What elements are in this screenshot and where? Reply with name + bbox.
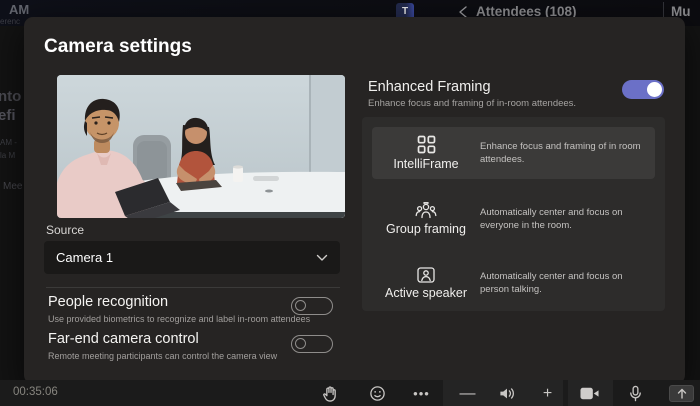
source-dropdown[interactable]: Camera 1: [44, 241, 340, 274]
volume-down-button[interactable]: —: [458, 384, 477, 403]
option-group-framing[interactable]: Group framing Automatically center and f…: [372, 191, 655, 247]
far-end-camera-control-label: Far-end camera control: [48, 331, 199, 347]
option-intelliframe-left: IntelliFrame: [372, 135, 480, 171]
meeting-screen: AM erenc T Attendees (108) Mu nto efi AM…: [0, 0, 700, 406]
camera-preview-image: [57, 75, 345, 218]
camera-settings-dialog: Camera settings Source Camera 1 People r…: [24, 17, 685, 384]
bg-fragment-2: efi: [0, 107, 16, 124]
enhanced-framing-description: Enhance focus and framing of in-room att…: [368, 98, 577, 109]
chevron-down-icon: [316, 254, 328, 261]
more-options-icon[interactable]: •••: [412, 384, 431, 403]
people-recognition-toggle[interactable]: [291, 297, 333, 315]
source-selected-value: Camera 1: [56, 250, 114, 265]
enhanced-framing-label: Enhanced Framing: [368, 79, 491, 95]
bg-fragment-1: nto: [0, 88, 22, 105]
raise-hand-icon[interactable]: [320, 384, 339, 403]
speaker-icon[interactable]: [497, 384, 516, 403]
people-recognition-description: Use provided biometrics to recognize and…: [48, 314, 311, 324]
bottom-bar: 00:35:06 ••• — +: [0, 380, 700, 406]
option-intelliframe[interactable]: IntelliFrame Enhance focus and framing o…: [372, 127, 655, 179]
bg-fragment-4: la M: [0, 151, 16, 160]
option-group-framing-left: Group framing: [372, 202, 480, 236]
option-active-speaker-label: Active speaker: [385, 285, 467, 300]
person-frame-icon: [417, 266, 435, 283]
option-active-speaker-left: Active speaker: [372, 266, 480, 300]
camera-toggle-icon[interactable]: [580, 384, 599, 403]
topbar-conference-fragment: erenc: [0, 17, 21, 26]
share-button[interactable]: [669, 385, 694, 402]
enhanced-framing-toggle[interactable]: [622, 80, 664, 99]
topbar-time-fragment: AM: [9, 2, 30, 17]
reactions-icon[interactable]: [368, 384, 387, 403]
option-group-framing-label: Group framing: [386, 222, 466, 236]
call-timer: 00:35:06: [13, 386, 58, 398]
people-recognition-label: People recognition: [48, 294, 169, 310]
toggle-knob: [295, 338, 306, 349]
option-active-speaker[interactable]: Active speaker Automatically center and …: [372, 255, 655, 311]
group-icon: [415, 202, 437, 219]
camera-preview: [57, 75, 345, 218]
option-intelliframe-description: Enhance focus and framing of in room att…: [480, 140, 641, 165]
far-end-camera-control-description: Remote meeting participants can control …: [48, 351, 278, 361]
far-end-camera-control-toggle[interactable]: [291, 335, 333, 353]
divider: [46, 287, 340, 288]
microphone-icon[interactable]: [626, 384, 645, 403]
bg-fragment-5: Mee: [3, 181, 23, 192]
share-up-arrow-icon: [677, 388, 686, 399]
option-group-framing-description: Automatically center and focus on everyo…: [480, 206, 623, 231]
dialog-title: Camera settings: [44, 36, 192, 57]
bg-fragment-3: AM -: [0, 138, 17, 147]
toggle-knob: [647, 82, 662, 97]
option-active-speaker-description: Automatically center and focus on person…: [480, 270, 623, 295]
option-intelliframe-label: IntelliFrame: [393, 157, 459, 171]
volume-up-button[interactable]: +: [538, 384, 557, 403]
source-label: Source: [46, 223, 85, 237]
grid-icon: [417, 135, 435, 154]
framing-options-panel: IntelliFrame Enhance focus and framing o…: [362, 117, 665, 311]
toggle-knob: [295, 300, 306, 311]
